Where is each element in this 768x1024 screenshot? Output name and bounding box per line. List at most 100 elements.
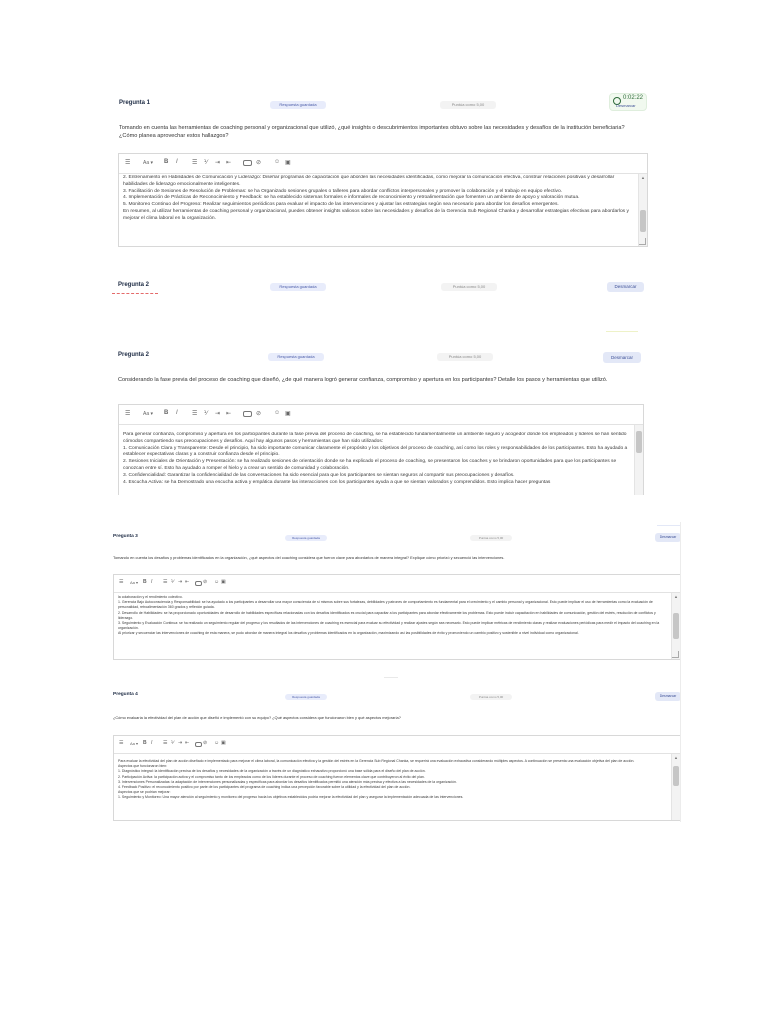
question-2-saved-badge: Respuesta guardada (270, 283, 326, 291)
image-button[interactable]: ▣ (285, 410, 291, 417)
question-4-answer[interactable]: Para evaluar la efectividad del plan de … (114, 759, 670, 818)
numbered-list-button[interactable]: ⅟ (204, 159, 207, 166)
numbered-list-button[interactable]: ⅟ (171, 579, 174, 585)
bold-button[interactable]: B (164, 410, 168, 416)
numbered-list-button[interactable]: ⅟ (204, 410, 207, 417)
paragraph-format-dropdown[interactable]: Aa ▾ (143, 160, 153, 166)
answer-paragraph: 1. Gerencia Bajo Autoconsciencia y Respo… (118, 600, 653, 610)
quiz-timer: 0:02:22 Desmarcar (609, 93, 647, 111)
question-3-answer[interactable]: la colaboración y el rendimiento colecti… (114, 595, 670, 657)
menu-icon[interactable]: ☰ (119, 579, 123, 585)
outdent-button[interactable]: ⇤ (185, 579, 189, 585)
scrollbar-thumb[interactable] (673, 613, 679, 639)
answer-scrollbar[interactable]: ▲ (671, 754, 680, 820)
numbered-list-button[interactable]: ⅟ (171, 740, 174, 746)
question-2-text: Considerando la fase previa del proceso … (118, 377, 608, 383)
resize-handle[interactable] (639, 238, 646, 245)
question-2-answer[interactable]: Para generar confianza, compromiso y ape… (119, 432, 633, 495)
italic-button[interactable]: I (151, 740, 152, 746)
emoji-button[interactable]: ☺ (214, 740, 219, 746)
answer-paragraph: 1. Comunicación Clara y Transparente: De… (123, 445, 628, 458)
question-1-title: Pregunta 1 (119, 100, 151, 106)
emoji-button[interactable]: ☺ (274, 159, 280, 165)
question-3-title: Pregunta 3 (113, 534, 138, 539)
link-button[interactable] (195, 742, 202, 747)
indent-button[interactable]: ⇥ (178, 740, 182, 746)
scroll-up-arrow[interactable]: ▲ (639, 175, 647, 181)
question-4-unmark-button[interactable]: Desmarcar (655, 692, 681, 701)
image-button[interactable]: ▣ (285, 159, 291, 166)
answer-paragraph: Al priorizar y secuenciar las intervenci… (118, 631, 579, 636)
question-4-editor[interactable]: ☰ Aa ▾ B I ☰ ⅟ ⇥ ⇤ ⊘ ☺ ▣ Para evaluar la… (113, 735, 681, 821)
answer-paragraph: 2. Sesiones Iniciales de Orientación y P… (123, 459, 617, 471)
indent-button[interactable]: ⇥ (215, 159, 220, 166)
question-3-text: Tomando en cuenta los desafíos y problem… (113, 555, 505, 560)
paragraph-format-dropdown[interactable]: Aa ▾ (130, 580, 138, 585)
answer-paragraph: 3. Confidencialidad: Garantizar la confi… (123, 472, 515, 478)
scrollbar-thumb[interactable] (673, 766, 679, 786)
menu-icon[interactable]: ☰ (125, 410, 130, 417)
indent-button[interactable]: ⇥ (178, 579, 182, 585)
divider (384, 677, 398, 678)
question-2-saved-badge: Respuesta guardada (268, 353, 324, 361)
question-2-unmark-button[interactable]: Desmarcar (607, 282, 644, 292)
paragraph-format-dropdown[interactable]: Aa ▾ (130, 741, 138, 746)
answer-scrollbar[interactable] (634, 425, 643, 495)
outdent-button[interactable]: ⇤ (226, 159, 231, 166)
question-4-points: Puntúa como 5,00 (470, 694, 512, 700)
image-button[interactable]: ▣ (221, 579, 226, 585)
answer-paragraph: 1. Seguimiento y Monitoreo: Una mayor at… (118, 795, 464, 800)
outdent-button[interactable]: ⇤ (226, 410, 231, 417)
link-button[interactable] (243, 411, 252, 417)
link-button[interactable] (195, 581, 202, 586)
question-2-editor[interactable]: ☰ Aa ▾ B I ☰ ⅟ ⇥ ⇤ ⊘ ☺ ▣ Para generar co… (118, 404, 644, 495)
scrollbar-thumb[interactable] (636, 431, 642, 453)
bold-button[interactable]: B (164, 159, 168, 165)
emoji-button[interactable]: ☺ (274, 410, 280, 416)
bullet-list-button[interactable]: ☰ (163, 579, 167, 585)
unlink-button[interactable]: ⊘ (256, 410, 261, 417)
answer-paragraph: 2. Desarrollo de Habilidades: se ha prop… (118, 610, 656, 620)
editor-toolbar: ☰ Aa ▾ B I ☰ ⅟ ⇥ ⇤ ⊘ ☺ ▣ (114, 575, 680, 593)
question-4-title: Pregunta 4 (113, 692, 138, 697)
menu-icon[interactable]: ☰ (119, 740, 123, 746)
bold-button[interactable]: B (143, 740, 147, 746)
italic-button[interactable]: I (176, 410, 178, 416)
answer-paragraph: 3. Seguimiento y Evaluación Continua: se… (118, 621, 660, 631)
divider (606, 331, 638, 332)
unlink-button[interactable]: ⊘ (203, 740, 207, 746)
unlink-button[interactable]: ⊘ (203, 579, 207, 585)
scroll-up-arrow[interactable]: ▲ (672, 594, 680, 600)
bullet-list-button[interactable]: ☰ (163, 740, 167, 746)
italic-button[interactable]: I (176, 159, 178, 165)
menu-icon[interactable]: ☰ (125, 159, 130, 166)
scrollbar-thumb[interactable] (640, 210, 646, 232)
italic-button[interactable]: I (151, 579, 152, 585)
paragraph-format-dropdown[interactable]: Aa ▾ (143, 411, 153, 417)
editor-toolbar: ☰ Aa ▾ B I ☰ ⅟ ⇥ ⇤ ⊘ ☺ ▣ (114, 736, 680, 754)
answer-scrollbar[interactable]: ▲ (671, 593, 680, 659)
question-1-editor[interactable]: ☰ Aa ▾ B I ☰ ⅟ ⇥ ⇤ ⊘ ☺ ▣ 2. Entrenamient… (118, 153, 648, 247)
link-button[interactable] (243, 160, 252, 166)
resize-handle[interactable] (672, 651, 679, 658)
emoji-button[interactable]: ☺ (214, 579, 219, 585)
question-1-points: Puntúa como 5,00 (440, 101, 496, 109)
question-3-unmark-button[interactable]: Desmarcar (655, 533, 681, 542)
question-2-title: Pregunta 2 (118, 352, 150, 358)
answer-scrollbar[interactable]: ▲ (638, 174, 647, 246)
bold-button[interactable]: B (143, 579, 147, 585)
question-3-points: Puntúa como 5,00 (470, 535, 512, 541)
question-2-unmark-button[interactable]: Desmarcar (603, 352, 641, 363)
image-button[interactable]: ▣ (221, 740, 226, 746)
answer-paragraph: Para evaluar la efectividad del plan de … (118, 759, 635, 763)
outdent-button[interactable]: ⇤ (185, 740, 189, 746)
question-1-answer[interactable]: 2. Entrenamiento en Habilidades de Comun… (119, 175, 637, 244)
bullet-list-button[interactable]: ☰ (192, 159, 197, 166)
question-3-editor[interactable]: ☰ Aa ▾ B I ☰ ⅟ ⇥ ⇤ ⊘ ☺ ▣ la colaboración… (113, 574, 681, 660)
bullet-list-button[interactable]: ☰ (192, 410, 197, 417)
scroll-up-arrow[interactable]: ▲ (672, 755, 680, 761)
timer-unmark-button[interactable]: Desmarcar (616, 103, 636, 108)
indent-button[interactable]: ⇥ (215, 410, 220, 417)
question-1-saved-badge: Respuesta guardada (270, 101, 326, 109)
unlink-button[interactable]: ⊘ (256, 159, 261, 166)
